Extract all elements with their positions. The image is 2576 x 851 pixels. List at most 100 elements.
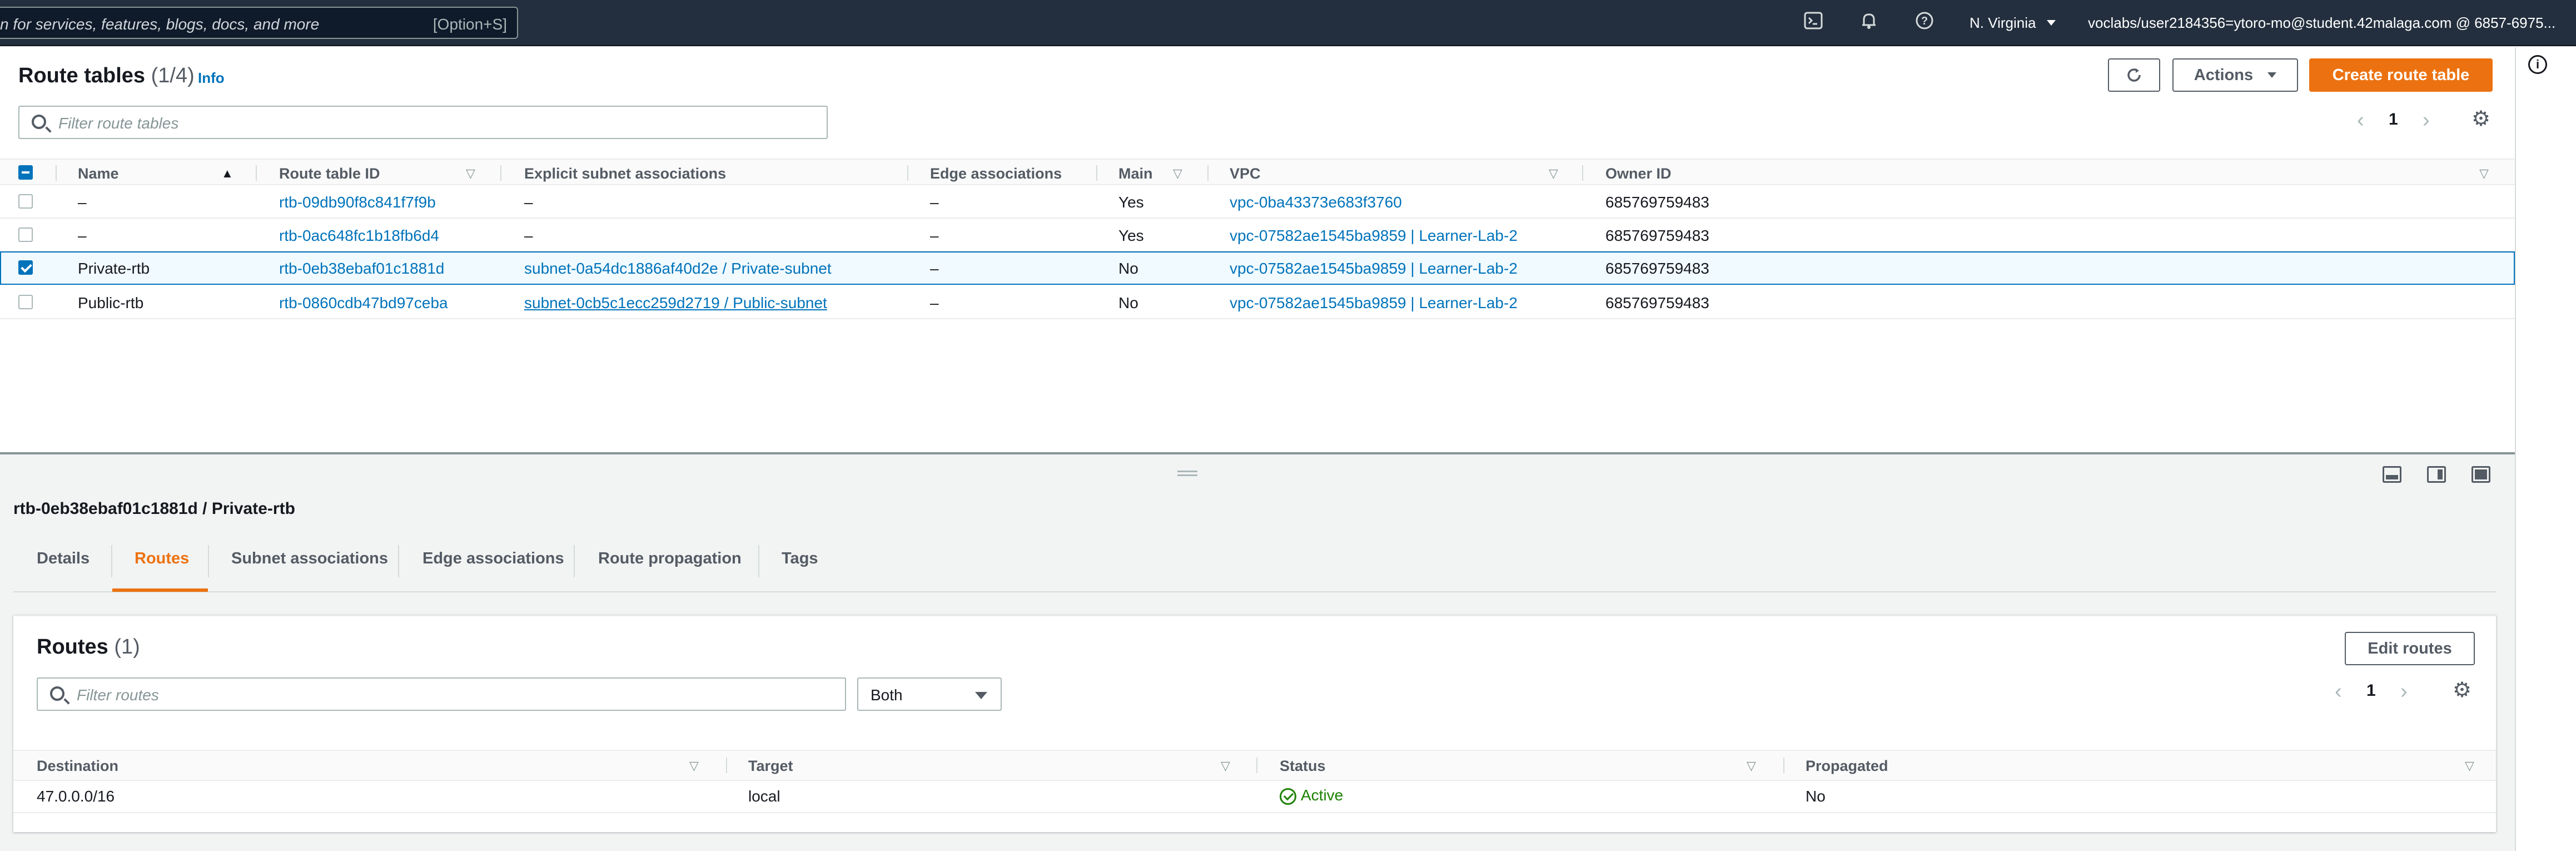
panel-bottom-icon[interactable] <box>2383 466 2401 483</box>
cell-vpc[interactable]: vpc-0ba43373e683f3760 <box>1230 194 1402 211</box>
help-icon[interactable]: ? <box>1912 11 1937 36</box>
col-vpc[interactable]: VPC <box>1230 165 1261 182</box>
tab-edge-associations[interactable]: Edge associations <box>422 550 564 568</box>
sort-icon[interactable]: ▽ <box>1221 759 1230 773</box>
account-menu[interactable]: voclabs/user2184356=ytoro-mo@student.42m… <box>2088 14 2555 32</box>
col-edge-associations[interactable]: Edge associations <box>930 165 1062 182</box>
tab-separator <box>208 545 209 577</box>
tab-details[interactable]: Details <box>37 550 89 568</box>
cell-subnet[interactable]: subnet-0cb5c1ecc259d2719 / Public-subnet <box>524 294 827 312</box>
select-all-checkbox[interactable] <box>18 165 33 180</box>
search-icon <box>50 686 64 701</box>
table-row[interactable]: Public-rtb rtb-0860cdb47bd97ceba subnet-… <box>0 286 2515 319</box>
cell-route-table-id[interactable]: rtb-0860cdb47bd97ceba <box>279 294 448 312</box>
cell-subnet: – <box>524 194 533 211</box>
check-circle-icon <box>1280 788 1296 805</box>
cell-edge: – <box>930 294 939 311</box>
create-route-table-button[interactable]: Create route table <box>2309 58 2493 92</box>
filter-route-tables-input[interactable]: Filter route tables <box>18 106 828 139</box>
info-icon[interactable]: i <box>2528 55 2547 74</box>
filter-routes-input[interactable]: Filter routes <box>37 677 846 711</box>
chevron-right-icon[interactable]: › <box>2400 680 2408 703</box>
cell-subnet: – <box>524 227 533 244</box>
row-checkbox[interactable] <box>18 194 33 209</box>
col-owner-id[interactable]: Owner ID <box>1605 165 1672 182</box>
table-row-selected[interactable]: Private-rtb rtb-0eb38ebaf01c1881d subnet… <box>0 251 2515 285</box>
tab-routes[interactable]: Routes <box>135 550 189 568</box>
tab-route-propagation[interactable]: Route propagation <box>598 550 742 568</box>
sort-icon[interactable]: ▽ <box>2465 759 2474 773</box>
table-row[interactable]: 47.0.0.0/16 local Active No <box>13 781 2496 813</box>
route-type-select[interactable]: Both <box>857 677 1002 711</box>
cell-vpc[interactable]: vpc-07582ae1545ba9859 | Learner-Lab-2 <box>1230 260 1518 278</box>
page-number[interactable]: 1 <box>2366 681 2376 700</box>
cell-edge: – <box>930 260 939 277</box>
column-separator <box>1783 758 1784 773</box>
cell-route-table-id[interactable]: rtb-0ac648fc1b18fb6d4 <box>279 227 439 245</box>
col-destination[interactable]: Destination <box>37 758 118 775</box>
actions-button[interactable]: Actions <box>2172 58 2298 92</box>
selection-count: (1/4) <box>151 64 195 87</box>
sort-icon[interactable]: ▽ <box>1549 166 1558 181</box>
split-panel-divider[interactable] <box>0 452 2515 454</box>
info-link[interactable]: Info <box>198 70 225 87</box>
drag-handle-icon[interactable] <box>1177 471 1197 476</box>
page-title-text: Route tables <box>18 64 146 87</box>
cell-main: Yes <box>1118 227 1144 244</box>
column-separator <box>56 165 57 181</box>
cell-vpc[interactable]: vpc-07582ae1545ba9859 | Learner-Lab-2 <box>1230 294 1518 312</box>
cell-subnet[interactable]: subnet-0a54dc1886af40d2e / Private-subne… <box>524 260 832 278</box>
sort-icon[interactable]: ▽ <box>1747 759 1756 773</box>
chevron-left-icon[interactable]: ‹ <box>2357 108 2364 132</box>
panel-full-icon[interactable] <box>2471 466 2490 483</box>
row-checkbox[interactable] <box>18 260 33 275</box>
pagination: ‹ 1 › <box>2357 108 2430 132</box>
tab-tags[interactable]: Tags <box>782 550 818 568</box>
gear-icon[interactable]: ⚙ <box>2471 108 2490 130</box>
row-checkbox[interactable] <box>18 295 33 309</box>
col-target[interactable]: Target <box>748 758 793 775</box>
cloudshell-icon[interactable] <box>1801 11 1826 36</box>
tab-separator <box>398 545 399 577</box>
gear-icon[interactable]: ⚙ <box>2453 680 2471 701</box>
col-propagated[interactable]: Propagated <box>1806 758 1888 775</box>
cell-route-table-id[interactable]: rtb-0eb38ebaf01c1881d <box>279 260 444 278</box>
chevron-left-icon[interactable]: ‹ <box>2335 680 2342 703</box>
tab-separator <box>574 545 575 577</box>
region-selector[interactable]: N. Virginia <box>1970 14 2056 32</box>
panel-side-icon[interactable] <box>2427 466 2446 483</box>
cell-route-table-id[interactable]: rtb-09db90f8c841f7f9b <box>279 194 436 211</box>
page-number[interactable]: 1 <box>2389 110 2398 128</box>
col-route-table-id[interactable]: Route table ID <box>279 165 380 182</box>
table-row[interactable]: – rtb-0ac648fc1b18fb6d4 – – Yes vpc-0758… <box>0 219 2515 252</box>
sort-icon[interactable]: ▽ <box>2479 166 2489 181</box>
chevron-right-icon[interactable]: › <box>2423 108 2430 132</box>
row-checkbox[interactable] <box>18 227 33 242</box>
sort-icon[interactable]: ▽ <box>1173 166 1182 181</box>
sort-ascending-icon[interactable]: ▲ <box>221 166 233 181</box>
cell-owner-id: 685769759483 <box>1605 294 1709 311</box>
cell-owner-id: 685769759483 <box>1605 260 1709 277</box>
col-status[interactable]: Status <box>1280 758 1326 775</box>
refresh-button[interactable] <box>2108 58 2160 92</box>
global-search-input[interactable]: n for services, features, blogs, docs, a… <box>0 7 518 39</box>
routes-table-header: Destination ▽ Target ▽ Status ▽ Propagat… <box>13 750 2496 781</box>
sort-icon[interactable]: ▽ <box>689 759 699 773</box>
sort-icon[interactable]: ▽ <box>466 166 475 181</box>
account-label: voclabs/user2184356=ytoro-mo@student.42m… <box>2088 14 2556 31</box>
chevron-down-icon <box>975 692 987 699</box>
chevron-down-icon <box>2046 20 2056 26</box>
filter-placeholder: Filter route tables <box>58 115 179 132</box>
tab-subnet-associations[interactable]: Subnet associations <box>231 550 388 568</box>
bell-icon[interactable] <box>1857 11 1881 36</box>
routes-title-text: Routes <box>37 635 108 659</box>
table-row[interactable]: – rtb-09db90f8c841f7f9b – – Yes vpc-0ba4… <box>0 185 2515 219</box>
col-explicit-subnet[interactable]: Explicit subnet associations <box>524 165 726 182</box>
cell-vpc[interactable]: vpc-07582ae1545ba9859 | Learner-Lab-2 <box>1230 227 1518 245</box>
help-panel-rail: i <box>2515 47 2576 851</box>
col-name[interactable]: Name <box>78 165 119 182</box>
cell-edge: – <box>930 227 939 244</box>
route-tables-panel: Route tables (1/4) Info Actions Create r… <box>0 47 2515 453</box>
edit-routes-button[interactable]: Edit routes <box>2345 632 2475 665</box>
col-main[interactable]: Main <box>1118 165 1153 182</box>
